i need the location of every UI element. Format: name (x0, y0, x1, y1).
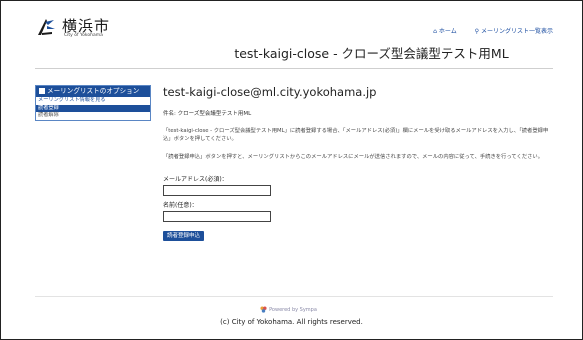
powered-by[interactable]: Powered by Sympa (0, 306, 583, 313)
yokohama-emblem-icon (38, 19, 55, 35)
instructions-paragraph-1: 「test-kaigi-close - クローズ型会議型テスト用ML」に読者登録… (163, 128, 549, 142)
sidebar: メーリングリストのオプション メーリングリスト情報を見る 読者登録 読者解除 (35, 85, 151, 121)
sidebar-box-icon (39, 87, 45, 94)
sidebar-title: メーリングリストのオプション (47, 87, 140, 95)
subscribe-submit-button[interactable]: 読者登録申込 (163, 231, 205, 241)
list-subject: 件名: クローズ型会議型テスト用ML (163, 111, 252, 117)
sidebar-header: メーリングリストのオプション (36, 86, 150, 97)
page-title-text: test-kaigi-close - クローズ型会議型テスト用ML (234, 46, 509, 61)
home-icon: ⌂ (433, 28, 437, 35)
header-links: ⌂ ホーム ⚲ メーリングリスト一覧表示 (433, 26, 553, 35)
list-index-link-label: メーリングリスト一覧表示 (480, 28, 553, 35)
copyright-text: (c) City of Yokohama. All rights reserve… (220, 318, 363, 326)
email-field-label: メールアドレス(必須)： (163, 176, 228, 183)
sidebar-item-list-info[interactable]: メーリングリスト情報を見る (36, 97, 150, 105)
home-link[interactable]: ⌂ ホーム (433, 26, 457, 35)
instructions-paragraph-2: 「読者登録申込」ボタンを押すと、メーリングリストからこのメールアドレスにメールが… (163, 154, 544, 160)
name-field[interactable] (163, 211, 271, 222)
sidebar-item-subscribe[interactable]: 読者登録 (36, 104, 150, 112)
home-link-label: ホーム (438, 28, 457, 35)
email-field[interactable] (163, 185, 271, 196)
powered-by-label: Powered by Sympa (269, 307, 317, 313)
site-logo[interactable]: 横浜市 City of Yokohama (35, 14, 155, 42)
search-icon: ⚲ (474, 28, 479, 35)
logo-subtitle: City of Yokohama (64, 33, 103, 38)
name-field-label: 名前(任意)： (163, 202, 198, 209)
page-title: test-kaigi-close - クローズ型会議型テスト用ML (0, 43, 583, 62)
list-index-link[interactable]: ⚲ メーリングリスト一覧表示 (475, 26, 553, 35)
header-divider (35, 68, 553, 69)
sidebar-item-unsubscribe[interactable]: 読者解除 (36, 112, 150, 120)
footer-divider (35, 296, 553, 297)
sympa-logo-icon (260, 306, 267, 313)
list-address-heading: test-kaigi-close@ml.city.yokohama.jp (163, 85, 377, 99)
copyright: (c) City of Yokohama. All rights reserve… (0, 318, 583, 326)
main-content: test-kaigi-close@ml.city.yokohama.jp 件名:… (163, 85, 553, 241)
